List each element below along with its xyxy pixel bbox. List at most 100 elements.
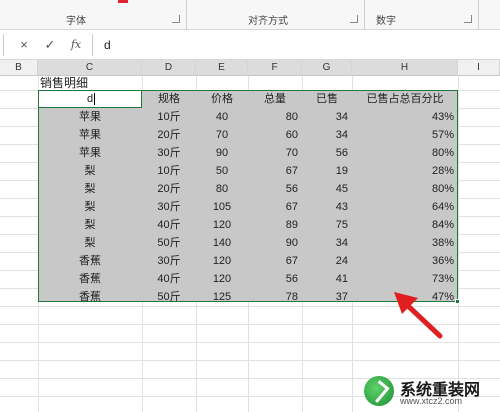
column-header-c[interactable]: C [38, 60, 142, 76]
sheet-title[interactable]: 销售明细 [40, 76, 88, 90]
cell-product[interactable]: 梨 [38, 162, 142, 180]
header-cell-spec[interactable]: 规格 [142, 90, 196, 108]
cell-product[interactable]: 梨 [38, 216, 142, 234]
cell-price[interactable]: 105 [196, 198, 248, 216]
cell-sold[interactable]: 37 [302, 288, 352, 306]
watermark-url: www.xtcz2.com [400, 396, 463, 406]
cell-product[interactable]: 香蕉 [38, 288, 142, 306]
cell-price[interactable]: 120 [196, 270, 248, 288]
cell-product[interactable]: 梨 [38, 234, 142, 252]
formula-divider [92, 34, 93, 56]
cell-sold-percent[interactable]: 57% [352, 126, 458, 144]
cell-total[interactable]: 78 [248, 288, 302, 306]
cell-product[interactable]: 梨 [38, 198, 142, 216]
cell-product[interactable]: 苹果 [38, 126, 142, 144]
fill-handle[interactable] [455, 299, 460, 304]
font-color-swatch[interactable] [118, 0, 128, 3]
cell-sold[interactable]: 75 [302, 216, 352, 234]
ribbon: 字体 对齐方式 数字 [0, 0, 500, 30]
font-dialog-launcher-icon[interactable] [172, 15, 180, 23]
cell-sold-percent[interactable]: 80% [352, 144, 458, 162]
cell-product[interactable]: 香蕉 [38, 270, 142, 288]
ribbon-separator [364, 0, 365, 30]
cell-sold[interactable]: 24 [302, 252, 352, 270]
cell-total[interactable]: 70 [248, 144, 302, 162]
cell-sold[interactable]: 34 [302, 108, 352, 126]
header-cell-price[interactable]: 价格 [196, 90, 248, 108]
cell-total[interactable]: 67 [248, 198, 302, 216]
cell-total[interactable]: 56 [248, 270, 302, 288]
cell-price[interactable]: 120 [196, 252, 248, 270]
ribbon-group-alignment: 对齐方式 [248, 16, 288, 27]
cell-price[interactable]: 50 [196, 162, 248, 180]
cell-sold-percent[interactable]: 38% [352, 234, 458, 252]
cell-price[interactable]: 80 [196, 180, 248, 198]
cell-sold-percent[interactable]: 64% [352, 198, 458, 216]
column-header-b[interactable]: B [0, 60, 38, 76]
cell-sold-percent[interactable]: 36% [352, 252, 458, 270]
cell-spec[interactable]: 40斤 [142, 216, 196, 234]
name-box[interactable] [0, 34, 4, 56]
cell-spec[interactable]: 50斤 [142, 234, 196, 252]
cell-total[interactable]: 67 [248, 252, 302, 270]
insert-function-icon[interactable]: fx [68, 36, 84, 54]
cell-sold[interactable]: 56 [302, 144, 352, 162]
cell-sold[interactable]: 34 [302, 126, 352, 144]
cell-total[interactable]: 60 [248, 126, 302, 144]
cell-spec[interactable]: 10斤 [142, 162, 196, 180]
column-header-e[interactable]: E [196, 60, 248, 76]
cell-spec[interactable]: 20斤 [142, 126, 196, 144]
cell-sold[interactable]: 34 [302, 234, 352, 252]
cell-sold[interactable]: 41 [302, 270, 352, 288]
cell-total[interactable]: 56 [248, 180, 302, 198]
cell-product[interactable]: 香蕉 [38, 252, 142, 270]
alignment-dialog-launcher-icon[interactable] [350, 15, 358, 23]
column-header-i[interactable]: I [458, 60, 500, 76]
column-header-h[interactable]: H [352, 60, 458, 76]
cell-total[interactable]: 67 [248, 162, 302, 180]
cell-product[interactable]: 苹果 [38, 144, 142, 162]
header-cell-total[interactable]: 总量 [248, 90, 302, 108]
cell-spec[interactable]: 30斤 [142, 198, 196, 216]
cell-spec[interactable]: 30斤 [142, 252, 196, 270]
cell-spec[interactable]: 30斤 [142, 144, 196, 162]
header-cell-sold-percent[interactable]: 已售占总百分比 [352, 90, 458, 108]
text-cursor [94, 93, 95, 105]
cell-spec[interactable]: 50斤 [142, 288, 196, 306]
confirm-icon[interactable]: ✓ [42, 36, 58, 54]
watermark: 系统重装网 www.xtcz2.com [360, 372, 500, 412]
cell-price[interactable]: 70 [196, 126, 248, 144]
cell-price[interactable]: 90 [196, 144, 248, 162]
cell-spec[interactable]: 10斤 [142, 108, 196, 126]
ribbon-group-font: 字体 [66, 16, 86, 27]
cell-product[interactable]: 苹果 [38, 108, 142, 126]
column-header-d[interactable]: D [142, 60, 196, 76]
gridline [0, 360, 500, 361]
cell-sold-percent[interactable]: 84% [352, 216, 458, 234]
column-header-f[interactable]: F [248, 60, 302, 76]
cell-sold-percent[interactable]: 43% [352, 108, 458, 126]
cell-product[interactable]: 梨 [38, 180, 142, 198]
cell-spec[interactable]: 20斤 [142, 180, 196, 198]
cell-sold-percent[interactable]: 28% [352, 162, 458, 180]
cell-total[interactable]: 80 [248, 108, 302, 126]
cell-price[interactable]: 120 [196, 216, 248, 234]
cell-price[interactable]: 140 [196, 234, 248, 252]
number-dialog-launcher-icon[interactable] [464, 15, 472, 23]
cell-sold[interactable]: 19 [302, 162, 352, 180]
column-header-g[interactable]: G [302, 60, 352, 76]
header-cell-sold[interactable]: 已售 [302, 90, 352, 108]
cell-price[interactable]: 40 [196, 108, 248, 126]
watermark-logo-icon [364, 376, 394, 406]
formula-input[interactable]: d [104, 38, 111, 52]
active-cell[interactable]: d [38, 90, 142, 108]
cell-price[interactable]: 125 [196, 288, 248, 306]
arrow-shaft [403, 301, 443, 339]
cell-sold-percent[interactable]: 80% [352, 180, 458, 198]
cell-total[interactable]: 89 [248, 216, 302, 234]
cell-sold[interactable]: 43 [302, 198, 352, 216]
cell-spec[interactable]: 40斤 [142, 270, 196, 288]
cell-sold[interactable]: 45 [302, 180, 352, 198]
cell-total[interactable]: 90 [248, 234, 302, 252]
cancel-icon[interactable]: × [16, 36, 32, 54]
